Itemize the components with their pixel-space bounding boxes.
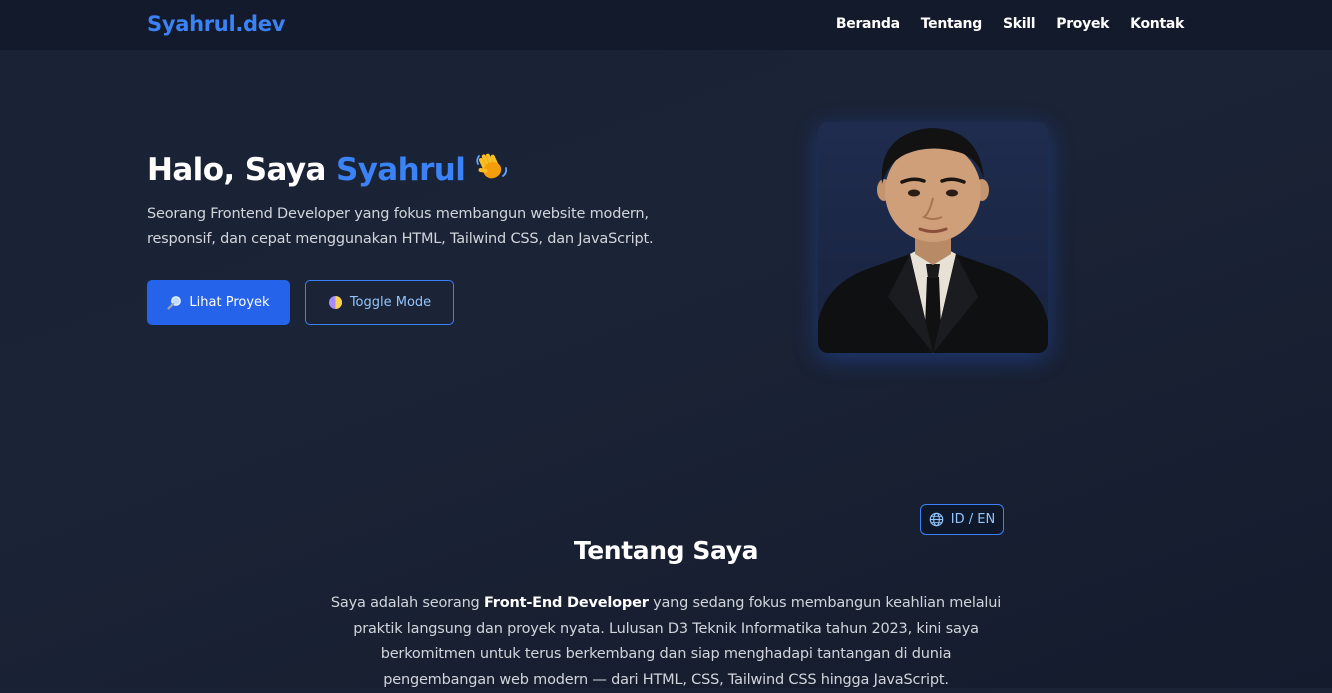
language-toggle-label: ID / EN	[950, 512, 996, 527]
toggle-mode-button[interactable]: Toggle Mode	[305, 280, 454, 325]
waving-hand-icon	[475, 150, 509, 190]
nav-link-beranda[interactable]: Beranda	[836, 16, 900, 32]
about-title: Tentang Saya	[573, 536, 759, 565]
nav-link-tentang[interactable]: Tentang	[921, 16, 982, 32]
brand-logo[interactable]: Syahrul.dev	[147, 12, 285, 36]
about-text-start: Saya adalah seorang	[330, 595, 484, 611]
nav-links: Beranda Tentang Skill Proyek Kontak	[815, 16, 1184, 32]
view-projects-button[interactable]: Lihat Proyek	[147, 280, 290, 325]
nav-link-proyek[interactable]: Proyek	[1056, 16, 1109, 32]
hero-title-name: Syahrul	[335, 152, 466, 188]
about-text-role: Front-End Developer	[483, 595, 649, 611]
toggle-mode-label: Toggle Mode	[349, 295, 432, 310]
nav-link-skill[interactable]: Skill	[1003, 16, 1036, 32]
globe-icon	[929, 512, 944, 527]
hero-description: Seorang Frontend Developer yang fokus me…	[147, 206, 654, 247]
nav-link-kontak[interactable]: Kontak	[1130, 16, 1184, 32]
half-moon-icon	[328, 295, 343, 310]
language-toggle-button[interactable]: ID / EN	[920, 504, 1004, 535]
top-navbar: Syahrul.dev Beranda Tentang Skill Proyek…	[0, 0, 1332, 50]
hero-title-prefix: Halo, Saya	[147, 152, 336, 188]
magnifier-icon	[167, 295, 182, 310]
hero-title: Halo, Saya Syahrul	[147, 150, 509, 190]
profile-photo	[818, 122, 1048, 353]
about-description: Saya adalah seorang Front-End Developer …	[326, 591, 1006, 693]
view-projects-label: Lihat Proyek	[189, 295, 270, 310]
